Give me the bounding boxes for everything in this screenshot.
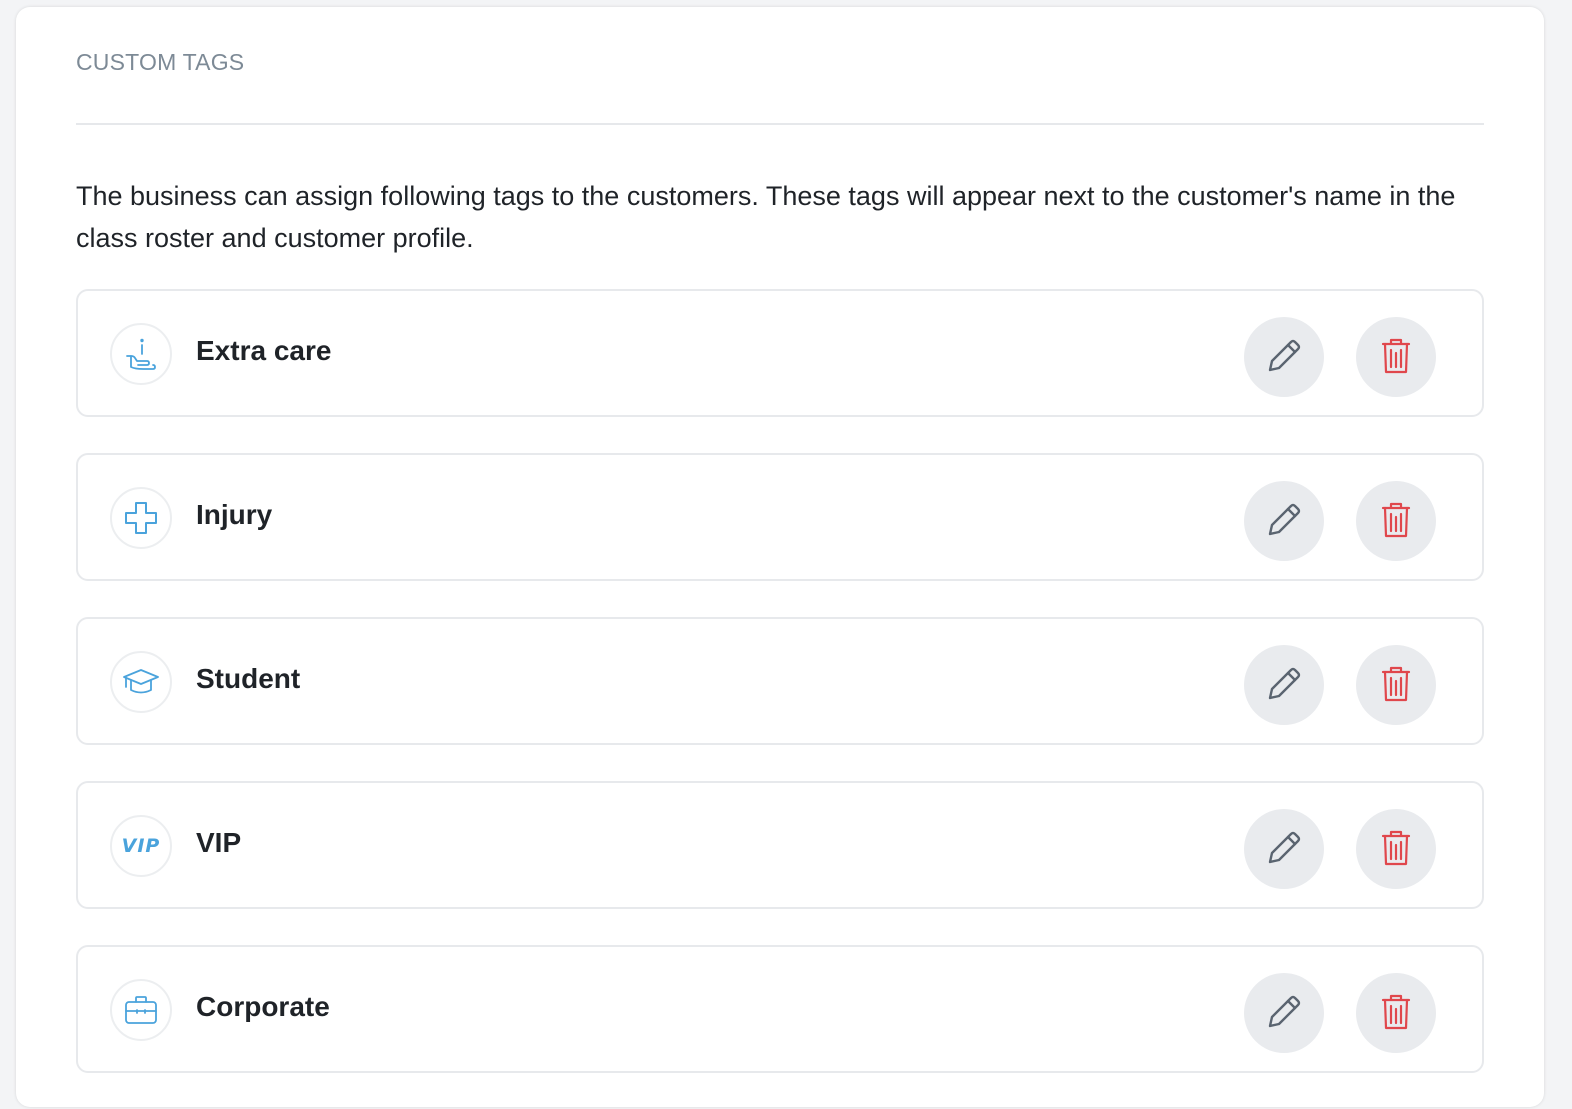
edit-tag-button[interactable] (1244, 809, 1324, 889)
pencil-icon (1264, 336, 1304, 379)
tag-row: VIP VIP (76, 781, 1484, 909)
trash-icon (1380, 830, 1412, 869)
tag-list: Extra care Injury Student VIP VIP Corpor… (76, 289, 1484, 1109)
section-description: The business can assign following tags t… (76, 181, 1456, 253)
delete-tag-button[interactable] (1356, 809, 1436, 889)
delete-tag-button[interactable] (1356, 317, 1436, 397)
tag-row: Extra care (76, 289, 1484, 417)
trash-icon (1380, 666, 1412, 705)
graduation-cap-icon (110, 651, 172, 713)
tag-row: Student (76, 617, 1484, 745)
delete-tag-button[interactable] (1356, 645, 1436, 725)
pencil-icon (1264, 500, 1304, 543)
vip-icon: VIP (110, 815, 172, 877)
edit-tag-button[interactable] (1244, 645, 1324, 725)
tag-row: Injury (76, 453, 1484, 581)
pencil-icon (1264, 828, 1304, 871)
edit-tag-button[interactable] (1244, 481, 1324, 561)
vip-icon-text: VIP (121, 835, 161, 857)
tag-label: VIP (196, 827, 242, 858)
edit-tag-button[interactable] (1244, 317, 1324, 397)
briefcase-icon (110, 979, 172, 1041)
delete-tag-button[interactable] (1356, 973, 1436, 1053)
trash-icon (1380, 994, 1412, 1033)
tag-label: Extra care (196, 335, 332, 366)
tag-label: Corporate (196, 991, 330, 1022)
tag-label: Student (196, 663, 301, 694)
trash-icon (1380, 502, 1412, 541)
edit-tag-button[interactable] (1244, 973, 1324, 1053)
pencil-icon (1264, 992, 1304, 1035)
medical-cross-icon (110, 487, 172, 549)
tag-label: Injury (196, 499, 273, 530)
custom-tags-card: CUSTOM TAGS The business can assign foll… (16, 7, 1544, 1107)
section-title: CUSTOM TAGS (76, 49, 245, 75)
hand-care-icon (110, 323, 172, 385)
divider (76, 123, 1484, 125)
pencil-icon (1264, 664, 1304, 707)
delete-tag-button[interactable] (1356, 481, 1436, 561)
tag-row: Corporate (76, 945, 1484, 1073)
trash-icon (1380, 338, 1412, 377)
